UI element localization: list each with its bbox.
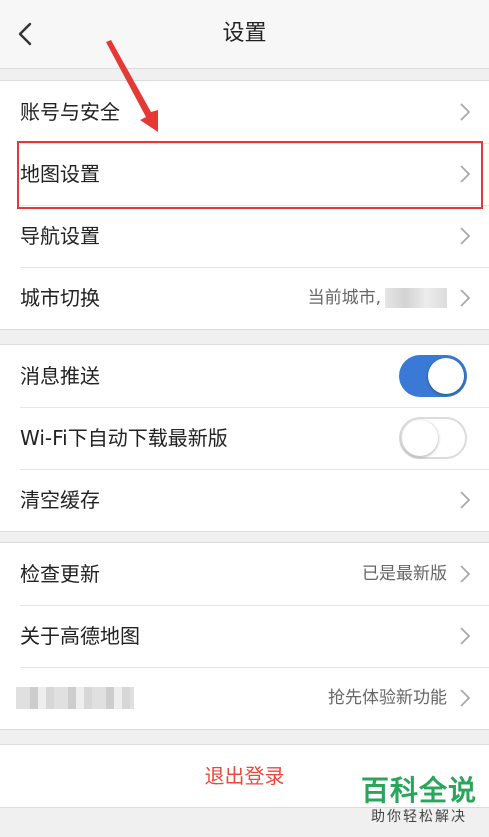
current-city-value: 当前城市, [308,267,447,329]
watermark-subtitle: 助你轻松解决 [370,809,467,825]
watermark-title: 百科全说 [360,774,477,807]
page-title: 设置 [222,21,267,46]
watermark: 百科全说 助你轻松解决 [361,774,477,826]
wifi-auto-download-label: Wi-Fi下自动下载最新版 [20,426,228,450]
chevron-right-icon [460,289,471,307]
clear-cache-item[interactable]: 清空缓存 [0,469,489,531]
about-amap-label: 关于高德地图 [20,624,140,648]
push-notifications-toggle[interactable] [399,355,467,397]
chevron-right-icon [460,565,471,583]
check-update-item[interactable]: 检查更新 已是最新版 [0,543,489,605]
navigation-settings-item[interactable]: 导航设置 [0,205,489,267]
about-group: 检查更新 已是最新版 关于高德地图 抢先体验新功能 [0,542,489,730]
about-amap-item[interactable]: 关于高德地图 [0,605,489,667]
chevron-right-icon [460,103,471,121]
blurred-item-label [16,687,134,709]
beta-program-item[interactable]: 抢先体验新功能 [0,667,489,729]
wifi-auto-download-item: Wi-Fi下自动下载最新版 [0,407,489,469]
beta-program-value: 抢先体验新功能 [328,688,447,708]
check-update-label: 检查更新 [20,562,100,586]
city-switch-item[interactable]: 城市切换 当前城市, [0,267,489,329]
wifi-auto-download-toggle[interactable] [399,417,467,459]
navigation-settings-label: 导航设置 [20,224,100,248]
top-bar: 设置 [0,0,489,69]
chevron-right-icon [460,689,471,707]
toggle-knob [428,358,464,394]
update-status-value: 已是最新版 [362,564,447,584]
annotation-arrow [106,40,158,132]
chevron-right-icon [460,627,471,645]
clear-cache-label: 清空缓存 [20,488,100,512]
city-switch-label: 城市切换 [20,286,100,310]
chevron-right-icon [460,491,471,509]
preferences-group: 消息推送 Wi-Fi下自动下载最新版 清空缓存 [0,344,489,532]
push-notifications-item: 消息推送 [0,345,489,407]
chevron-right-icon [460,227,471,245]
toggle-knob [402,420,438,456]
push-notifications-label: 消息推送 [20,364,100,388]
account-security-item[interactable]: 账号与安全 [0,81,489,143]
highlight-box [17,141,483,209]
blurred-city-name [385,288,447,308]
